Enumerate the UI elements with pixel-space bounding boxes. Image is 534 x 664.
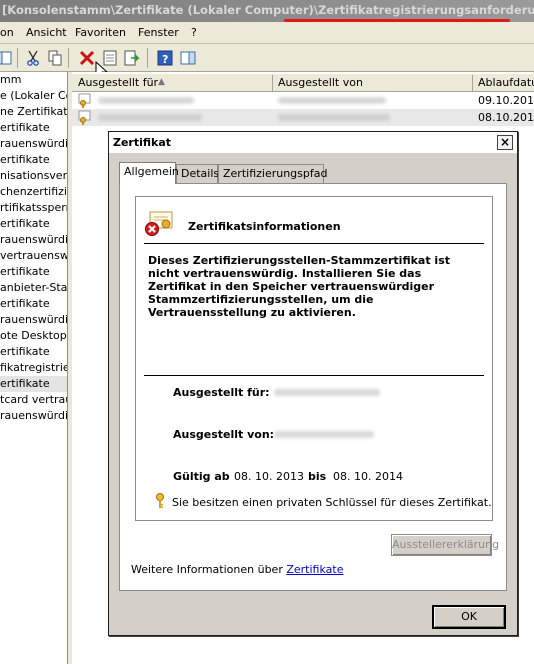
delete-icon[interactable] [77,48,95,66]
menu-item-help[interactable]: ? [191,26,197,39]
divider [144,375,484,376]
show-hide-tree-icon[interactable] [0,48,12,66]
valid-to-label: bis [308,470,327,483]
more-info-prefix: Weitere Informationen über [131,563,287,576]
tree-item[interactable]: rauenswürdige [0,312,67,328]
issued-by-label: Ausgestellt von: [173,428,275,441]
tree-item[interactable]: rauenswürdige [0,408,67,424]
tree-item[interactable]: rauenswürdige [0,232,67,248]
copy-icon[interactable] [45,48,63,66]
redacted-issued-to [98,114,202,121]
column-header-issued-by[interactable]: Ausgestellt von [278,76,363,89]
table-row[interactable]: 09.10.2014 [72,92,534,109]
tree-item[interactable]: anbieter-Stamm [0,280,67,296]
dialog-title: Zertifikat [113,136,172,149]
menu-item-action[interactable]: on [0,26,14,39]
expiry-date: 08.10.2014 [478,111,534,124]
window-title: [Konsolenstamm\Zertifikate (Lokaler Comp… [2,3,534,17]
column-header-expiry[interactable]: Ablaufdatum [478,76,534,89]
tab-panel-general: Zertifikatsinformationen Dieses Zertifiz… [119,183,507,591]
issued-to-label: Ausgestellt für: [173,386,270,399]
tree-item[interactable]: ote Desktop [0,328,67,344]
divider [144,243,484,244]
tab-certification-path[interactable]: Zertifizierungspfad [218,164,327,183]
valid-from-label: Gültig ab [173,470,230,483]
column-header-issued-to[interactable]: Ausgestellt für [78,76,158,89]
menu-item-window[interactable]: Fenster [138,26,179,39]
tree-item[interactable]: rtifikatssperrli [0,200,67,216]
tree-item[interactable]: tcard vertraue [0,392,67,408]
export-list-icon[interactable] [122,48,140,66]
action-pane-icon[interactable] [178,48,196,66]
valid-from-date: 08. 10. 2013 [234,470,304,483]
redacted-issued-to-value [274,389,380,396]
certificates-link[interactable]: Zertifikate [286,563,343,576]
more-info-text: Weitere Informationen über Zertifikate [131,563,343,576]
redacted-issued-by [278,97,386,104]
tree-item[interactable]: rauenswürdige [0,136,67,152]
console-tree[interactable]: mm e (Lokaler Com ne Zertifikate ertifik… [0,72,68,664]
certificate-error-icon [145,211,173,236]
tree-item-selected[interactable]: ertifikate [0,376,67,392]
window-title-bar: [Konsolenstamm\Zertifikate (Lokaler Comp… [0,0,534,22]
tree-item[interactable]: nisationsvertr [0,168,67,184]
tree-item[interactable]: ertifikate [0,264,67,280]
toolbar-separator [68,48,69,68]
redacted-issued-by-value [274,431,374,438]
toolbar-separator [17,48,18,68]
private-key-note: Sie besitzen einen privaten Schlüssel fü… [172,496,492,509]
certificate-key-icon [78,110,91,125]
tree-item[interactable]: mm [0,72,67,88]
toolbar: ? [0,44,534,81]
menu-item-view[interactable]: Ansicht [26,26,67,39]
tree-item[interactable]: e (Lokaler Com [0,88,67,104]
cut-icon[interactable] [23,48,41,66]
private-key-icon [156,493,164,508]
tree-item[interactable]: vertrauenswü [0,248,67,264]
tree-item[interactable]: ertifikate [0,344,67,360]
table-row[interactable]: 08.10.2014 [72,109,534,126]
certificate-dialog: Zertifikat × Allgemein Details Zertifizi… [108,131,518,636]
tree-item[interactable]: ertifikate [0,216,67,232]
redacted-issued-to [98,97,194,104]
column-divider[interactable] [472,75,473,91]
ok-button[interactable]: OK [433,606,505,628]
sort-arrow-icon: ▲ [158,77,165,87]
help-icon[interactable]: ? [155,48,173,66]
tree-item[interactable]: ertifikate [0,296,67,312]
certificate-info-heading: Zertifikatsinformationen [188,220,341,233]
tree-item[interactable]: chenzertifizieru [0,184,67,200]
column-divider[interactable] [272,75,273,91]
dialog-title-bar: Zertifikat × [109,132,517,154]
valid-to-date: 08. 10. 2014 [333,470,403,483]
tab-details[interactable]: Details [176,164,219,183]
list-header: Ausgestellt für ▲ Ausgestellt von Ablauf… [72,74,534,92]
toolbar-separator [147,48,148,68]
tree-item[interactable]: ertifikate [0,120,67,136]
menu-item-favorites[interactable]: Favoriten [75,26,126,39]
menu-bar: on Ansicht Favoriten Fenster ? [0,22,534,44]
issuer-statement-button[interactable]: Ausstellererklärung [391,534,499,556]
tree-item[interactable]: ertifikate [0,152,67,168]
tree-item[interactable]: ne Zertifikate [0,104,67,120]
redacted-issued-by [278,114,390,121]
certificate-info-box: Zertifikatsinformationen Dieses Zertifiz… [135,196,493,521]
trust-warning-text: Dieses Zertifizierungsstellen-Stammzerti… [148,254,450,319]
certificate-key-icon [78,93,91,108]
tree-item[interactable]: fikatregistrieru [0,360,67,376]
svg-text:?: ? [162,53,168,66]
expiry-date: 09.10.2014 [478,94,534,107]
tab-general[interactable]: Allgemein [119,162,179,184]
close-icon[interactable]: × [497,135,513,150]
